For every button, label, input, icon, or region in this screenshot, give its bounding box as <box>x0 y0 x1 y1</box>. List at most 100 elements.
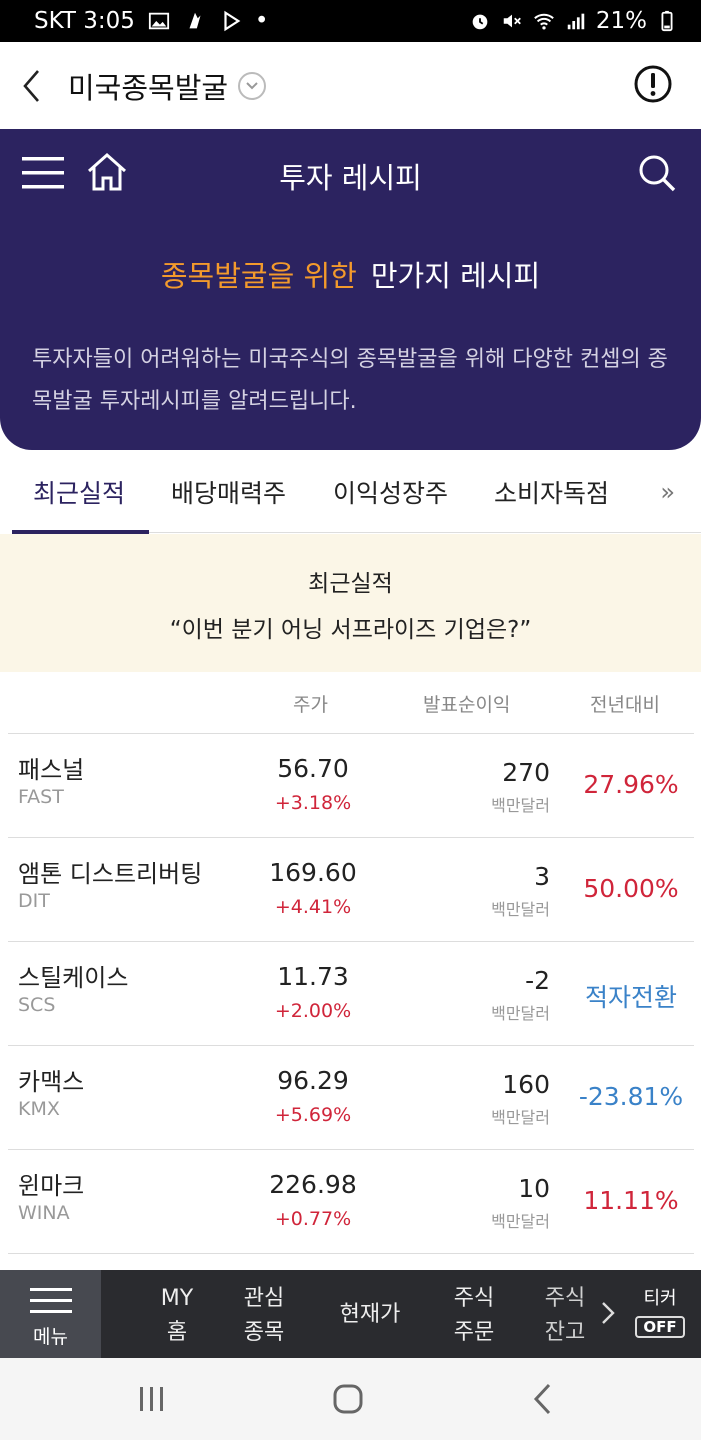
price-change: +3.18% <box>274 792 352 814</box>
ticker-label: 티커 <box>643 1288 677 1309</box>
bottom-item-line1: MY <box>160 1286 194 1311</box>
yoy-change: 50.00% <box>583 874 679 903</box>
gallery-icon <box>147 9 171 33</box>
hero-title-main: 만가지 레시피 <box>370 259 541 293</box>
bottom-item-line2: 잔고 <box>544 1320 586 1345</box>
stock-ticker: WINA <box>18 1202 70 1224</box>
header-earnings: 발표순이익 <box>423 694 511 716</box>
hero-title: 종목발굴을 위한 만가지 레시피 <box>0 253 701 295</box>
title-dropdown-button[interactable] <box>238 71 267 100</box>
alert-icon[interactable] <box>633 64 673 104</box>
tab-dividend[interactable]: 배당매력주 <box>171 474 286 510</box>
ticker-toggle[interactable]: 티커 OFF <box>630 1284 690 1338</box>
price-change: +0.77% <box>274 1208 352 1230</box>
yoy-change: -23.81% <box>578 1082 684 1111</box>
table-row[interactable]: 카맥스 KMX 96.29 +5.69% 160 백만달러 -23.81% <box>8 1046 694 1150</box>
price-change: +4.41% <box>274 896 352 918</box>
app-header: 미국종목발굴 <box>0 42 701 129</box>
nav-title: 투자 레시피 <box>279 161 422 195</box>
stock-price: 96.29 <box>277 1066 349 1095</box>
stock-name: 패스널 <box>18 756 85 784</box>
stock-price: 169.60 <box>269 858 357 887</box>
yoy-change: 27.96% <box>583 770 679 799</box>
bottom-item-line1: 현재가 <box>339 1302 401 1327</box>
back-button[interactable] <box>6 42 56 129</box>
screen-title: 미국종목발굴 <box>68 70 229 105</box>
app-notification-icon <box>183 9 207 33</box>
tabs-more-button[interactable]: » <box>660 478 675 506</box>
search-icon[interactable] <box>637 153 677 193</box>
hero-title-highlight: 종목발굴을 위한 <box>160 259 357 293</box>
bottom-item-stock-order[interactable]: 주식 주문 <box>444 1282 504 1350</box>
table-row[interactable]: 윈마크 WINA 226.98 +0.77% 10 백만달러 11.11% <box>8 1150 694 1254</box>
hero-banner: 종목발굴을 위한 만가지 레시피 투자자들이 어려워하는 미국주식의 종목발굴을 … <box>0 221 701 450</box>
bottom-item-stock-balance[interactable]: 주식 잔고 <box>540 1282 590 1350</box>
section-nav: 투자 레시피 <box>0 129 701 221</box>
status-time: SKT 3:05 <box>34 8 135 34</box>
bottom-item-line2: 주문 <box>453 1320 495 1345</box>
alarm-icon <box>468 9 492 33</box>
recent-apps-icon[interactable] <box>137 1386 167 1412</box>
hero-description: 투자자들이 어려워하는 미국주식의 종목발굴을 위해 다양한 컨셉의 종목발굴 … <box>32 347 668 414</box>
bottom-item-line2: 홈 <box>166 1320 188 1345</box>
status-bar: SKT 3:05 • 21% <box>0 0 701 42</box>
banner-title: 최근실적 <box>308 571 393 597</box>
tab-recent-earnings[interactable]: 최근실적 <box>33 474 125 510</box>
banner-quote: “이번 분기 어닝 서프라이즈 기업은?” <box>169 617 532 643</box>
stock-ticker: FAST <box>18 786 64 808</box>
bottom-item-current-price[interactable]: 현재가 <box>330 1298 410 1332</box>
bottom-item-my-home[interactable]: MY 홈 <box>147 1282 207 1350</box>
status-dot: • <box>254 8 269 34</box>
stock-name: 윈마크 <box>18 1172 85 1200</box>
tab-profit-growth[interactable]: 이익성장주 <box>333 474 448 510</box>
price-change: +5.69% <box>274 1104 352 1126</box>
stock-name: 스틸케이스 <box>18 964 129 992</box>
menu-button[interactable]: 메뉴 <box>0 1270 101 1358</box>
recipe-banner: 최근실적 “이번 분기 어닝 서프라이즈 기업은?” <box>0 534 701 672</box>
tab-consumer-monopoly[interactable]: 소비자독점 <box>494 474 609 510</box>
earnings-unit: 백만달러 <box>491 1004 550 1023</box>
chevron-down-icon <box>246 81 258 89</box>
stock-ticker: DIT <box>18 890 50 912</box>
menu-icon <box>30 1288 72 1313</box>
ticker-state-badge: OFF <box>635 1316 685 1338</box>
net-earnings: 3 <box>534 862 550 891</box>
bottom-item-line1: 관심 <box>243 1286 285 1311</box>
bottom-item-line1: 주식 <box>544 1286 586 1311</box>
system-home-icon[interactable] <box>333 1384 363 1414</box>
stock-price: 11.73 <box>277 962 349 991</box>
table-row[interactable]: 스틸케이스 SCS 11.73 +2.00% -2 백만달러 적자전환 <box>8 942 694 1046</box>
bottom-item-line2: 종목 <box>243 1320 285 1345</box>
net-earnings: 10 <box>518 1174 550 1203</box>
menu-label: 메뉴 <box>33 1326 68 1348</box>
stock-ticker: KMX <box>18 1098 60 1120</box>
system-back-icon[interactable] <box>530 1382 556 1416</box>
system-navigation-bar <box>0 1358 701 1440</box>
earnings-unit: 백만달러 <box>491 900 550 919</box>
table-row[interactable]: 앰톤 디스트리버팅 DIT 169.60 +4.41% 3 백만달러 50.00… <box>8 838 694 942</box>
signal-icon <box>564 9 588 33</box>
chevron-right-icon[interactable] <box>596 1298 620 1328</box>
play-icon <box>219 9 243 33</box>
table-row[interactable]: 패스널 FAST 56.70 +3.18% 270 백만달러 27.96% <box>8 734 694 838</box>
header-yoy: 전년대비 <box>590 694 660 716</box>
bottom-menu-bar: 메뉴 MY 홈 관심 종목 현재가 주식 주문 주식 잔고 티커 OFF <box>0 1270 701 1358</box>
earnings-unit: 백만달러 <box>491 796 550 815</box>
price-change: +2.00% <box>274 1000 352 1022</box>
earnings-unit: 백만달러 <box>491 1212 550 1231</box>
table-header: 주가 발표순이익 전년대비 <box>8 672 694 734</box>
earnings-unit: 백만달러 <box>491 1108 550 1127</box>
header-price: 주가 <box>293 694 328 716</box>
net-earnings: 270 <box>502 758 550 787</box>
stock-name: 카맥스 <box>18 1068 85 1096</box>
net-earnings: -2 <box>525 966 550 995</box>
yoy-change: 11.11% <box>583 1186 679 1215</box>
bottom-item-line1: 주식 <box>453 1286 495 1311</box>
battery-percent: 21% <box>595 8 647 34</box>
yoy-change: 적자전환 <box>584 983 677 1012</box>
chevron-left-icon <box>23 69 39 102</box>
bottom-item-watchlist[interactable]: 관심 종목 <box>234 1282 294 1350</box>
mute-icon <box>500 9 524 33</box>
stock-price: 226.98 <box>269 1170 357 1199</box>
net-earnings: 160 <box>502 1070 550 1099</box>
